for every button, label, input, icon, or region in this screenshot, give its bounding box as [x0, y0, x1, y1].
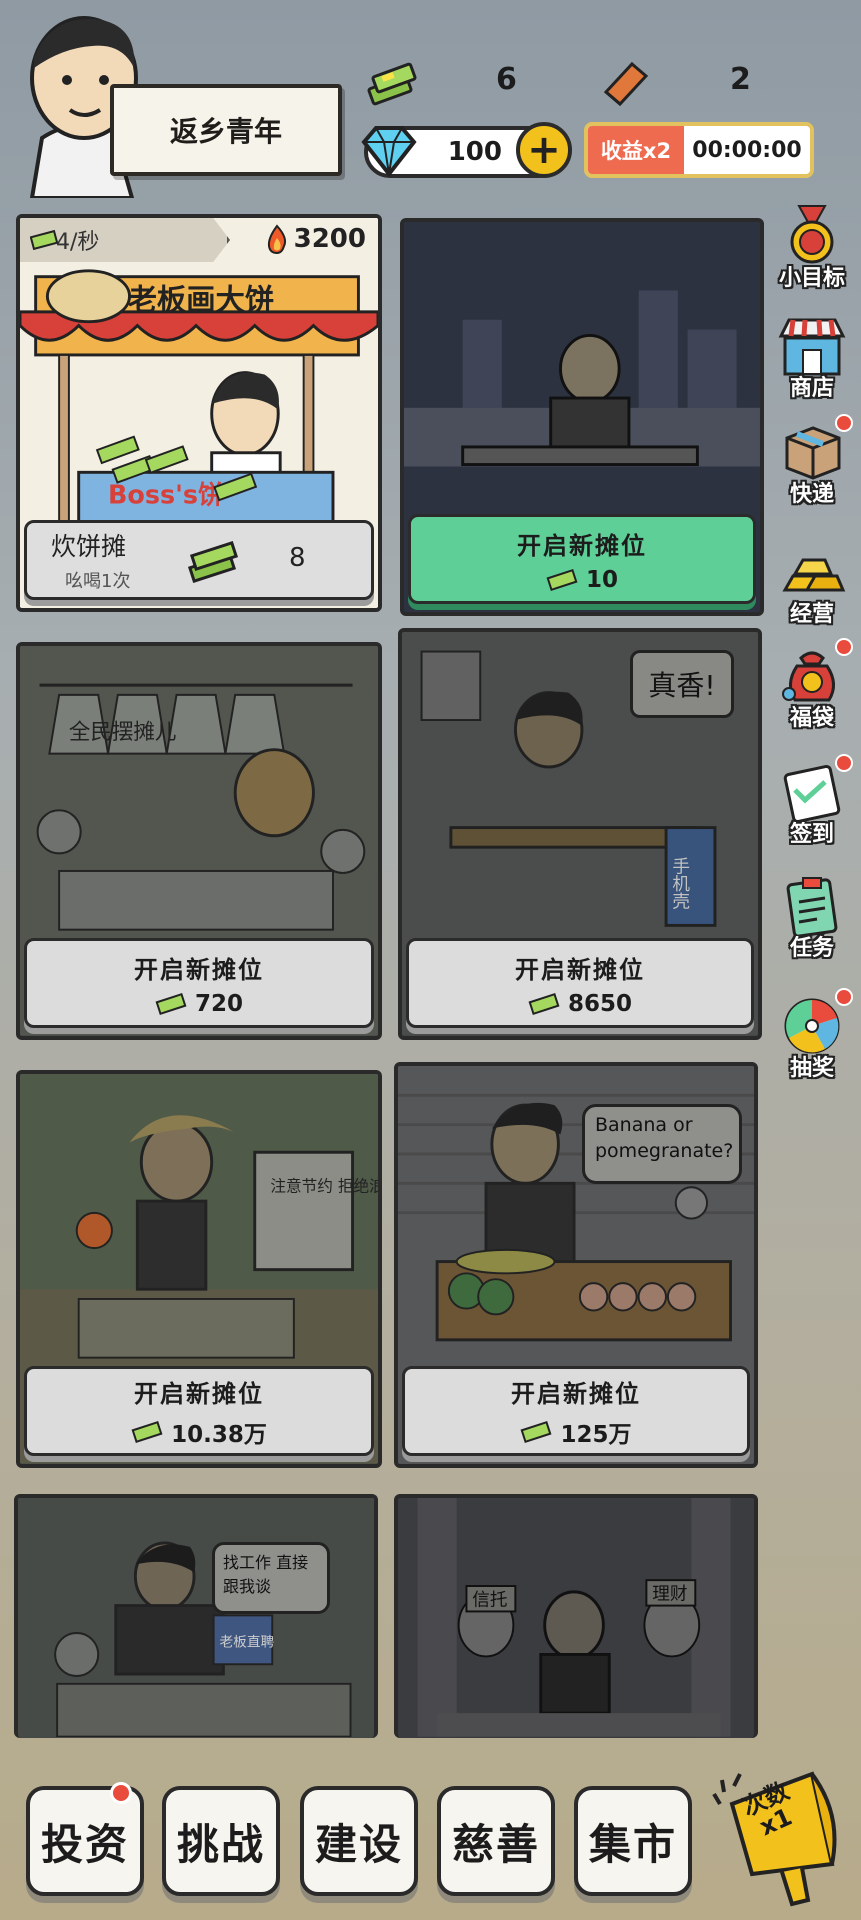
- popularity-counter: 3200: [264, 224, 366, 254]
- nav-invest[interactable]: 投资: [26, 1782, 144, 1896]
- income-rate: 4/秒: [56, 230, 100, 255]
- notification-dot: [835, 638, 853, 656]
- stall-shout-count: 吆喝1次: [65, 571, 131, 592]
- wheel-icon: [784, 998, 840, 1054]
- shop-sign-text: Boss's饼: [108, 480, 223, 510]
- popularity-value: 3200: [293, 224, 366, 254]
- cash-icon: [131, 1420, 163, 1443]
- speech-bubble: 找工作 直接跟我谈: [212, 1542, 330, 1614]
- diamond-icon: [361, 126, 417, 178]
- unlock-title: 开启新摊位: [511, 1379, 641, 1408]
- unlock-title: 开启新摊位: [517, 531, 647, 560]
- unlock-stall-button[interactable]: 开启新摊位 8650: [406, 938, 754, 1028]
- finance-sign-wealth: 理财: [652, 1585, 687, 1605]
- unlock-price: 720: [194, 990, 243, 1017]
- stall-card-pancake[interactable]: Boss's饼 老板画大饼 4/秒 3200 炊饼摊 吆喝1次 8: [16, 214, 382, 612]
- sidebar-checkin[interactable]: 签到: [770, 754, 854, 848]
- speech-bubble: Banana or pomegranate?: [582, 1104, 742, 1184]
- unlock-stall-button[interactable]: 开启新摊位 125万: [402, 1366, 750, 1456]
- nav-market[interactable]: 集市: [574, 1786, 692, 1896]
- clipboard-icon: [786, 877, 838, 938]
- unlock-stall-button[interactable]: 开启新摊位 720: [24, 938, 374, 1028]
- sidebar-business[interactable]: 经营: [770, 540, 854, 628]
- nav-label: 投资: [40, 1819, 129, 1869]
- diamond-count: 100: [447, 137, 502, 167]
- medal-icon: [790, 205, 834, 264]
- stall-card-finance[interactable]: 信托 理财: [394, 1494, 758, 1738]
- notification-dot: [835, 414, 853, 432]
- nav-build[interactable]: 建设: [300, 1786, 418, 1896]
- cash-icon: [528, 992, 560, 1015]
- cash-icon: [367, 62, 417, 106]
- package-icon: [785, 426, 841, 480]
- sidebar-shop[interactable]: 商店: [770, 314, 854, 402]
- nav-label: 建设: [314, 1819, 403, 1869]
- nav-challenge[interactable]: 挑战: [162, 1786, 280, 1896]
- lucky-bag-icon: [782, 651, 835, 702]
- stall-cash-amount: 8: [289, 543, 306, 573]
- cash-count: 6: [496, 62, 517, 97]
- cash-stack-icon: [187, 540, 239, 583]
- income-rate-bar: 4/秒: [20, 218, 230, 262]
- unlock-title: 开启新摊位: [134, 1379, 264, 1408]
- fire-icon: [267, 224, 286, 254]
- brick-icon: [603, 61, 649, 107]
- brick-count: 2: [730, 62, 751, 97]
- toy-sign-text: 注意节约 拒绝浪费: [270, 1176, 378, 1195]
- gold-bars-icon: [782, 558, 846, 592]
- cash-icon: [521, 1420, 552, 1443]
- notification-dot: [835, 988, 853, 1006]
- job-stall-scene: 老板直聘: [18, 1498, 374, 1737]
- stall-card-fruit[interactable]: Banana or pomegranate? 开启新摊位 125万: [394, 1062, 758, 1468]
- unlock-price: 10.38万: [171, 1421, 267, 1448]
- unlock-stall-button[interactable]: 开启新摊位 10.38万: [24, 1366, 374, 1456]
- unlock-title: 开启新摊位: [515, 955, 645, 984]
- sidebar-goal[interactable]: 小目标: [770, 204, 854, 292]
- unlock-price: 10: [585, 566, 618, 593]
- unlock-title: 开启新摊位: [134, 955, 264, 984]
- stall-sign-text: 老板画大饼: [128, 283, 275, 317]
- sidebar-tasks[interactable]: 任务: [770, 874, 854, 962]
- stall-card-toys[interactable]: 注意节约 拒绝浪费 开启新摊位 10.38万: [16, 1070, 382, 1468]
- sidebar-lucky-bag[interactable]: 福袋: [770, 638, 854, 732]
- sidebar-express[interactable]: 快递: [770, 414, 854, 508]
- cash-icon: [30, 229, 58, 250]
- notification-dot: [110, 1782, 132, 1804]
- stall-card-job[interactable]: 老板直聘 找工作 直接跟我谈: [14, 1494, 378, 1738]
- cash-icon: [546, 568, 578, 591]
- unlock-price: 125万: [560, 1421, 632, 1448]
- calendar-icon: [783, 764, 841, 824]
- stall-card-bbq[interactable]: 开启新摊位 10: [400, 218, 764, 616]
- notification-dot: [835, 754, 853, 772]
- unlock-stall-button[interactable]: 开启新摊位 10: [408, 514, 756, 604]
- nav-charity[interactable]: 慈善: [437, 1786, 555, 1896]
- clothes-sign-text: 全民摆摊儿: [69, 720, 177, 745]
- stall-name: 炊饼摊: [51, 532, 127, 561]
- nav-label: 慈善: [451, 1819, 540, 1869]
- finance-sign-trust: 信托: [472, 1591, 507, 1611]
- shop-icon: [778, 318, 846, 376]
- add-diamonds-button[interactable]: +: [516, 122, 572, 178]
- nav-label: 挑战: [176, 1819, 265, 1869]
- boost-timer: 00:00:00: [692, 137, 802, 163]
- boost-label: 收益x2: [588, 126, 684, 174]
- player-title: 返乡青年: [169, 115, 282, 148]
- stall-card-clothes[interactable]: 全民摆摊儿 开启新摊位 720: [16, 642, 382, 1040]
- nav-label: 集市: [588, 1819, 677, 1869]
- stall-footer[interactable]: 炊饼摊 吆喝1次 8: [24, 520, 374, 600]
- sidebar-lottery[interactable]: 抽奖: [770, 988, 854, 1082]
- player-title-banner: 返乡青年: [110, 84, 342, 176]
- stall-card-phone-cases[interactable]: 手机壳 真香! 开启新摊位 8650: [398, 628, 762, 1040]
- income-boost-button[interactable]: 收益x2 00:00:00: [584, 122, 814, 178]
- job-sign-text: 老板直聘: [219, 1635, 274, 1651]
- cash-icon: [155, 992, 187, 1015]
- unlock-price: 8650: [567, 990, 632, 1017]
- finance-stall-scene: 信托 理财: [398, 1498, 754, 1737]
